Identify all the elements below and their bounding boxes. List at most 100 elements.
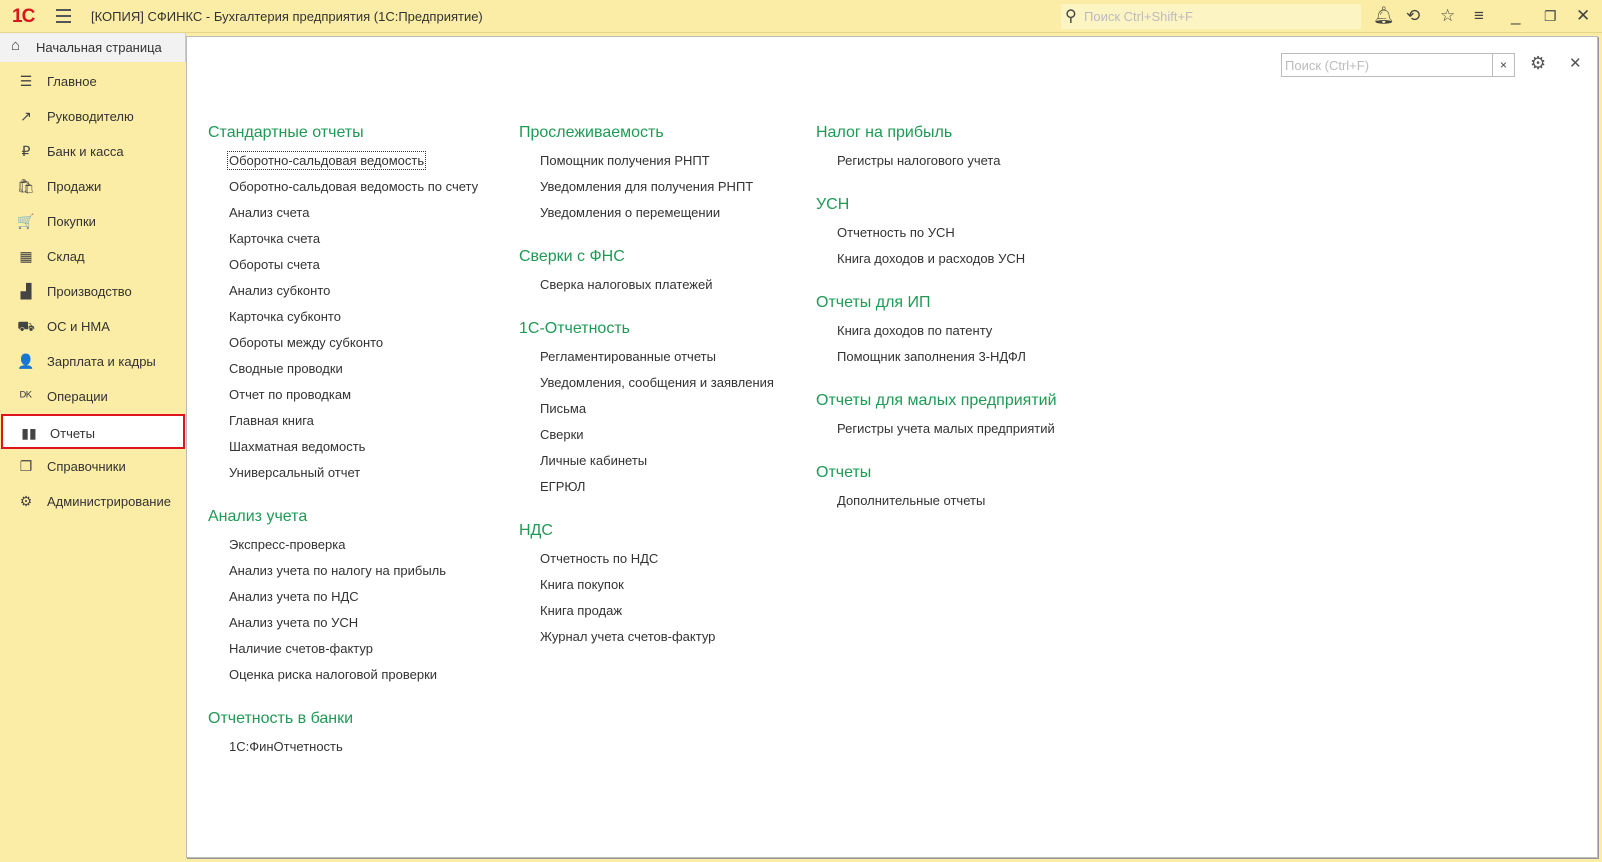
- report-link[interactable]: Уведомления, сообщения и заявления: [519, 370, 775, 396]
- sidebar-item[interactable]: ⛟ ОС и НМА: [0, 309, 186, 344]
- report-link-label: Уведомления, сообщения и заявления: [540, 375, 774, 390]
- gear-icon[interactable]: ⚙: [1530, 53, 1546, 74]
- close-icon[interactable]: ✕: [1569, 54, 1582, 72]
- report-link[interactable]: Книга покупок: [519, 572, 775, 598]
- sidebar-item[interactable]: ⚙ Администрирование: [0, 484, 186, 519]
- report-link[interactable]: Журнал учета счетов-фактур: [519, 624, 775, 650]
- group-heading: Отчетность в банки: [208, 710, 354, 727]
- 1c-logo: 1С: [12, 6, 35, 27]
- report-link[interactable]: Оборотно-сальдовая ведомость: [208, 148, 479, 174]
- report-link[interactable]: Отчет по проводкам: [208, 382, 479, 408]
- report-link[interactable]: Дополнительные отчеты: [816, 488, 1057, 514]
- tab-home-label: Начальная страница: [36, 40, 162, 55]
- window-title: [КОПИЯ] СФИНКС - Бухгалтерия предприятия…: [91, 9, 483, 24]
- sidebar-item-label: ОС и НМА: [47, 319, 110, 334]
- report-link-label: Оборотно-сальдовая ведомость по счету: [229, 179, 479, 194]
- report-link-label: Личные кабинеты: [540, 453, 648, 468]
- sidebar-item[interactable]: 🛍 Продажи: [0, 169, 186, 204]
- report-link-label: Регистры налогового учета: [837, 153, 1001, 168]
- sidebar-item[interactable]: ₽ Банк и касса: [0, 134, 186, 169]
- report-link[interactable]: Обороты между субконто: [208, 330, 479, 356]
- global-search-placeholder: Поиск Ctrl+Shift+F: [1084, 9, 1193, 24]
- report-link-label: Помощник заполнения 3-НДФЛ: [837, 349, 1026, 364]
- report-link[interactable]: Оборотно-сальдовая ведомость по счету: [208, 174, 479, 200]
- report-link[interactable]: 1С:ФинОтчетность: [208, 734, 479, 760]
- report-group: Отчеты Дополнительные отчеты: [816, 457, 1057, 514]
- group-heading: НДС: [519, 522, 553, 539]
- report-link[interactable]: Регламентированные отчеты: [519, 344, 775, 370]
- report-group: Анализ учета Экспресс-проверка Анализ учет…: [208, 501, 479, 688]
- sidebar-item[interactable]: ▮▮ Отчеты: [1, 414, 185, 449]
- report-link[interactable]: Анализ субконто: [208, 278, 479, 304]
- report-link[interactable]: Анализ учета по НДС: [208, 584, 479, 610]
- report-link[interactable]: Уведомления о перемещении: [519, 200, 775, 226]
- sidebar-icon: 🛒: [17, 213, 35, 229]
- sidebar-item[interactable]: ☰ Главное: [0, 64, 186, 99]
- more-menu-icon[interactable]: ≡: [1474, 6, 1484, 26]
- sidebar-item[interactable]: ▦ Склад: [0, 239, 186, 274]
- report-link[interactable]: Уведомления для получения РНПТ: [519, 174, 775, 200]
- report-link[interactable]: Помощник заполнения 3-НДФЛ: [816, 344, 1057, 370]
- group-heading: Прослеживаемость: [519, 124, 664, 141]
- report-link[interactable]: ЕГРЮЛ: [519, 474, 775, 500]
- sidebar-item[interactable]: 🛒 Покупки: [0, 204, 186, 239]
- close-icon[interactable]: ✕: [1576, 6, 1590, 26]
- sidebar-item[interactable]: ↗ Руководителю: [0, 99, 186, 134]
- report-link[interactable]: Книга доходов по патенту: [816, 318, 1057, 344]
- report-link[interactable]: Книга продаж: [519, 598, 775, 624]
- report-link[interactable]: Шахматная ведомость: [208, 434, 479, 460]
- star-icon[interactable]: ☆: [1440, 6, 1455, 26]
- report-group: Стандартные отчеты Оборотно-сальдовая вед…: [208, 117, 479, 486]
- report-link-label: Регламентированные отчеты: [540, 349, 716, 364]
- form-search-input[interactable]: [1282, 54, 1492, 76]
- report-link-label: Обороты между субконто: [229, 335, 384, 350]
- report-link[interactable]: Сводные проводки: [208, 356, 479, 382]
- report-link[interactable]: Оценка риска налоговой проверки: [208, 662, 479, 688]
- report-link[interactable]: Анализ учета по налогу на прибыль: [208, 558, 479, 584]
- report-link[interactable]: Отчетность по НДС: [519, 546, 775, 572]
- report-link[interactable]: Сверка налоговых платежей: [519, 272, 775, 298]
- group-heading: Сверки с ФНС: [519, 248, 625, 265]
- global-search-input[interactable]: ⚲ Поиск Ctrl+Shift+F: [1061, 4, 1361, 29]
- report-group: НДС Отчетность по НДС Книга покупок Книга п…: [519, 515, 775, 650]
- report-link[interactable]: Регистры учета малых предприятий: [816, 416, 1057, 442]
- report-link[interactable]: Письма: [519, 396, 775, 422]
- sidebar-item-label: Руководителю: [47, 109, 134, 124]
- sidebar-item[interactable]: ᴰᴷ Операции: [0, 379, 186, 414]
- report-link[interactable]: Сверки: [519, 422, 775, 448]
- minimize-icon[interactable]: _: [1511, 6, 1520, 26]
- clear-search-icon[interactable]: ×: [1492, 54, 1514, 76]
- sidebar-item-label: Администрирование: [47, 494, 171, 509]
- report-link[interactable]: Регистры налогового учета: [816, 148, 1057, 174]
- report-link[interactable]: Отчетность по УСН: [816, 220, 1057, 246]
- report-link[interactable]: Помощник получения РНПТ: [519, 148, 775, 174]
- restore-icon[interactable]: ❐: [1544, 8, 1557, 25]
- report-link[interactable]: Анализ счета: [208, 200, 479, 226]
- report-link-label: Сверки: [540, 427, 584, 442]
- report-link[interactable]: Обороты счета: [208, 252, 479, 278]
- report-link[interactable]: Книга доходов и расходов УСН: [816, 246, 1057, 272]
- report-group: Сверки с ФНС Сверка налоговых платежей: [519, 241, 775, 298]
- bell-icon[interactable]: 🔔︎: [1373, 6, 1395, 26]
- report-link[interactable]: Карточка счета: [208, 226, 479, 252]
- sidebar-item[interactable]: ▟ Производство: [0, 274, 186, 309]
- report-link[interactable]: Главная книга: [208, 408, 479, 434]
- report-link[interactable]: Карточка субконто: [208, 304, 479, 330]
- tab-home[interactable]: ⌂ Начальная страница: [0, 33, 186, 62]
- group-heading: Отчеты для малых предприятий: [816, 392, 1057, 409]
- report-link-label: Уведомления о перемещении: [540, 205, 721, 220]
- menu-icon[interactable]: [56, 9, 71, 27]
- sidebar-item[interactable]: ❐ Справочники: [0, 449, 186, 484]
- history-icon[interactable]: ⟲: [1406, 6, 1420, 26]
- report-link[interactable]: Наличие счетов-фактур: [208, 636, 479, 662]
- sidebar-item-label: Зарплата и кадры: [47, 354, 156, 369]
- report-link-label: Регистры учета малых предприятий: [837, 421, 1055, 436]
- report-link-label: Оценка риска налоговой проверки: [229, 667, 438, 682]
- report-link[interactable]: Анализ учета по УСН: [208, 610, 479, 636]
- group-heading: Отчеты: [816, 464, 872, 481]
- report-link[interactable]: Экспресс-проверка: [208, 532, 479, 558]
- report-link[interactable]: Универсальный отчет: [208, 460, 479, 486]
- sidebar-item[interactable]: 👤 Зарплата и кадры: [0, 344, 186, 379]
- report-group: Отчетность в банки 1С:ФинОтчетность: [208, 703, 479, 760]
- report-link[interactable]: Личные кабинеты: [519, 448, 775, 474]
